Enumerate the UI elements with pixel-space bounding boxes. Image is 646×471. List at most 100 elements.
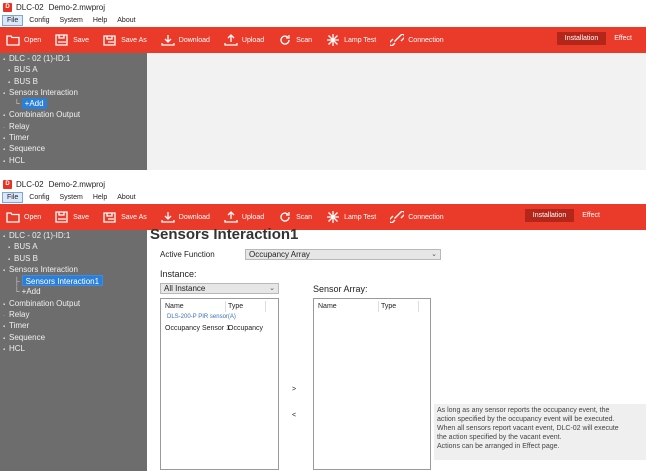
scan-button[interactable]: Scan: [278, 34, 312, 46]
tree-item-label: BUS B: [14, 253, 39, 263]
tree-root-label: DLC - 02 (1)-ID:1: [9, 231, 71, 240]
lamp-test-button[interactable]: Lamp Test: [326, 211, 376, 223]
upload-icon: [224, 211, 238, 223]
sensor-row-type[interactable]: Occupancy: [228, 325, 263, 332]
tree-item-sensors-interaction[interactable]: ▪ Sensors Interaction: [0, 264, 147, 275]
tree-item-sensors-interaction1[interactable]: ├ Sensors Interaction1: [0, 275, 147, 287]
menu-help[interactable]: Help: [89, 193, 111, 202]
column-header-type: Type: [228, 303, 244, 310]
link-icon: [390, 211, 405, 223]
save-icon: [55, 34, 68, 46]
active-function-value: Occupancy Array: [249, 250, 310, 259]
project-tree: ▪ DLC - 02 (1)-ID:1 ▪ BUS A ▪ BUS B ▪ Sensor…: [0, 230, 147, 471]
save-as-icon: [103, 35, 116, 46]
tree-root[interactable]: ▪ DLC - 02 (1)-ID:1: [0, 53, 147, 64]
tree-item-bus-b[interactable]: ▪ BUS B: [0, 76, 147, 87]
installation-tab[interactable]: Installation: [556, 32, 607, 45]
download-button[interactable]: Download: [161, 211, 210, 223]
refresh-icon: [280, 35, 290, 45]
menu-help[interactable]: Help: [89, 16, 111, 25]
tree-item-timer[interactable]: ▪ Timer: [0, 320, 147, 331]
connection-label: Connection: [408, 213, 444, 221]
tree-item-relay[interactable]: · Relay: [0, 309, 147, 320]
open-label: Open: [24, 213, 42, 221]
tree-item-label: +Add: [21, 98, 47, 110]
instance-list[interactable]: Name Type DLS-200-P PIR sensor(A) Occupa…: [160, 298, 279, 470]
open-button[interactable]: Open: [6, 34, 41, 46]
project-file: Demo-2.mwproj: [48, 2, 106, 12]
upload-button[interactable]: Upload: [224, 34, 264, 46]
menu-system[interactable]: System: [56, 16, 87, 25]
tree-item-label: Sequence: [9, 144, 46, 154]
tree-item-combination-output[interactable]: ▪ Combination Output: [0, 109, 147, 120]
tree-branch-icon: └: [14, 287, 20, 297]
project-tree: ▪ DLC - 02 (1)-ID:1 ▪ BUS A ▪ BUS B ▪ Sensor…: [0, 53, 147, 170]
save-as-label: Save As: [121, 36, 147, 44]
tree-item-timer[interactable]: ▪ Timer: [0, 132, 147, 143]
column-header-name: Name: [318, 303, 337, 310]
add-to-array-button[interactable]: >: [292, 386, 296, 393]
tree-item-add[interactable]: └ +Add: [0, 98, 147, 110]
tree-item-sensors-interaction[interactable]: ▪ Sensors Interaction: [0, 87, 147, 98]
save-as-button[interactable]: Save As: [103, 211, 147, 223]
upload-button[interactable]: Upload: [224, 211, 264, 223]
download-icon: [161, 212, 175, 223]
menu-about[interactable]: About: [113, 193, 139, 202]
connection-button[interactable]: Connection: [390, 34, 444, 46]
instance-select[interactable]: All Instance ⌄: [160, 283, 279, 294]
save-label: Save: [73, 213, 90, 221]
sensor-group-header: DLS-200-P PIR sensor(A): [167, 314, 236, 320]
save-button[interactable]: Save: [55, 211, 89, 223]
tree-item-label: HCL: [9, 155, 26, 165]
lamp-test-label: Lamp Test: [344, 213, 377, 221]
page-title: Sensors Interaction1: [150, 226, 299, 243]
sensor-array-list[interactable]: Name Type: [313, 298, 431, 470]
installation-tab[interactable]: Installation: [524, 209, 575, 222]
save-as-button[interactable]: Save As: [103, 34, 147, 46]
instance-value: All Instance: [164, 284, 206, 293]
tree-item-bus-a[interactable]: ▪ BUS A: [0, 241, 147, 252]
title-bar: D DLC-02 Demo-2.mwproj: [0, 177, 646, 191]
save-button[interactable]: Save: [55, 34, 89, 46]
tree-item-hcl[interactable]: ▪ HCL: [0, 155, 147, 166]
tree-item-relay[interactable]: · Relay: [0, 121, 147, 132]
save-icon: [55, 211, 68, 223]
effect-tab[interactable]: Effect: [606, 32, 640, 45]
lamp-test-button[interactable]: Lamp Test: [326, 34, 376, 46]
workspace: ▪ DLC - 02 (1)-ID:1 ▪ BUS A ▪ BUS B ▪ Sensor…: [0, 226, 646, 471]
tree-item-sequence[interactable]: ▪ Sequence: [0, 143, 147, 154]
tree-root[interactable]: ▪ DLC - 02 (1)-ID:1: [0, 230, 147, 241]
tree-item-sequence[interactable]: ▪ Sequence: [0, 332, 147, 343]
toolbar: Open Save Save As Download Upload Scan L…: [0, 27, 646, 53]
menu-config[interactable]: Config: [25, 16, 53, 25]
tree-item-label: HCL: [9, 343, 26, 353]
scan-button[interactable]: Scan: [278, 211, 312, 223]
sensor-row-name[interactable]: Occupancy Sensor 1: [165, 325, 230, 332]
tree-item-bus-a[interactable]: ▪ BUS A: [0, 64, 147, 75]
tree-item-add[interactable]: └ +Add: [0, 286, 147, 297]
tree-item-label: BUS B: [14, 76, 39, 86]
tree-item-label: Sensors Interaction: [9, 264, 78, 274]
connection-button[interactable]: Connection: [390, 211, 444, 223]
download-button[interactable]: Download: [161, 34, 210, 46]
column-header-name: Name: [165, 303, 184, 310]
open-button[interactable]: Open: [6, 211, 41, 223]
window-title: DLC-02 Demo-2.mwproj: [16, 3, 105, 12]
function-description: As long as any sensor reports the occupa…: [434, 404, 646, 460]
tree-item-bus-b[interactable]: ▪ BUS B: [0, 253, 147, 264]
remove-from-array-button[interactable]: <: [292, 412, 296, 419]
effect-tab[interactable]: Effect: [574, 209, 608, 222]
chevron-down-icon: ⌄: [431, 251, 437, 258]
project-file: Demo-2.mwproj: [48, 179, 106, 189]
menu-file[interactable]: File: [2, 15, 24, 26]
menu-about[interactable]: About: [113, 16, 139, 25]
app-logo-icon: D: [3, 179, 12, 189]
menu-file[interactable]: File: [2, 192, 24, 203]
active-function-select[interactable]: Occupancy Array ⌄: [245, 249, 441, 260]
tree-item-hcl[interactable]: ▪ HCL: [0, 343, 147, 354]
menu-system[interactable]: System: [56, 193, 87, 202]
tree-item-combination-output[interactable]: ▪ Combination Output: [0, 298, 147, 309]
tree-item-label: Timer: [9, 133, 30, 143]
tree-item-label: Combination Output: [9, 298, 81, 308]
menu-config[interactable]: Config: [25, 193, 53, 202]
